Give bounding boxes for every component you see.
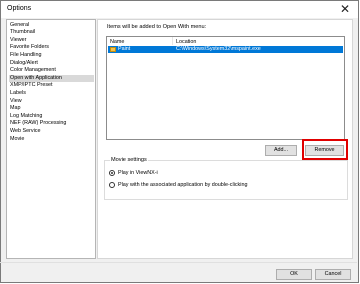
sidebar-item-favorite-folders[interactable]: Favorite Folders <box>9 44 49 51</box>
sidebar-item-thumbnail[interactable]: Thumbnail <box>9 29 35 36</box>
cancel-button[interactable]: Cancel <box>315 269 351 280</box>
ok-button[interactable]: OK <box>276 269 312 280</box>
list-item[interactable]: Paint C:\Windows\System32\mspaint.exe <box>108 46 343 53</box>
sidebar-item-labels[interactable]: Labels <box>9 90 26 97</box>
list-item-location: C:\Windows\System32\mspaint.exe <box>176 46 261 52</box>
remove-highlight-box <box>302 139 348 160</box>
application-list[interactable]: Name Location Paint C:\Windows\System32\… <box>106 36 345 140</box>
category-list: General Thumbnail Viewer Favorite Folder… <box>6 19 96 259</box>
column-header-location[interactable]: Location <box>176 39 196 45</box>
close-icon[interactable]: ✕ <box>340 2 350 16</box>
sidebar-item-open-with-application[interactable]: Open with Application <box>9 75 94 82</box>
column-divider[interactable] <box>172 37 173 45</box>
sidebar-item-view[interactable]: View <box>9 98 22 105</box>
sidebar-item-xmp-iptc-preset[interactable]: XMP/IPTC Preset <box>9 82 53 89</box>
sidebar-item-web-service[interactable]: Web Service <box>9 128 40 135</box>
window-title: Options <box>7 5 32 12</box>
play-associated-app-label[interactable]: Play with the associated application by … <box>118 182 247 188</box>
sidebar-item-general[interactable]: General <box>9 22 29 29</box>
play-associated-app-radio[interactable] <box>109 182 115 188</box>
list-item-name: Paint <box>118 46 131 52</box>
title-bar: Options ✕ <box>1 1 358 18</box>
add-button[interactable]: Add... <box>265 145 297 156</box>
sidebar-item-log-matching[interactable]: Log Matching <box>9 113 42 120</box>
intro-text: Items will be added to Open With menu: <box>107 24 207 30</box>
play-in-viewnx-radio[interactable] <box>109 170 115 176</box>
play-in-viewnx-label[interactable]: Play in ViewNX-i <box>118 170 158 176</box>
footer-divider <box>0 262 357 263</box>
sidebar-item-color-management[interactable]: Color Management <box>9 67 56 74</box>
sidebar-item-file-handling[interactable]: File Handling <box>9 52 41 59</box>
movie-settings-title: Movie settings <box>110 157 148 163</box>
sidebar-item-movie[interactable]: Movie <box>9 136 24 143</box>
sidebar-item-dialog-alert[interactable]: Dialog/Alert <box>9 60 38 67</box>
paint-app-icon <box>110 47 116 52</box>
sidebar-item-map[interactable]: Map <box>9 105 21 112</box>
sidebar-item-viewer[interactable]: Viewer <box>9 37 26 44</box>
movie-settings-group <box>104 160 348 200</box>
column-header-name[interactable]: Name <box>110 39 124 45</box>
radio-checked-dot <box>111 172 113 174</box>
sidebar-item-nef-raw-processing[interactable]: NEF (RAW) Processing <box>9 120 66 127</box>
